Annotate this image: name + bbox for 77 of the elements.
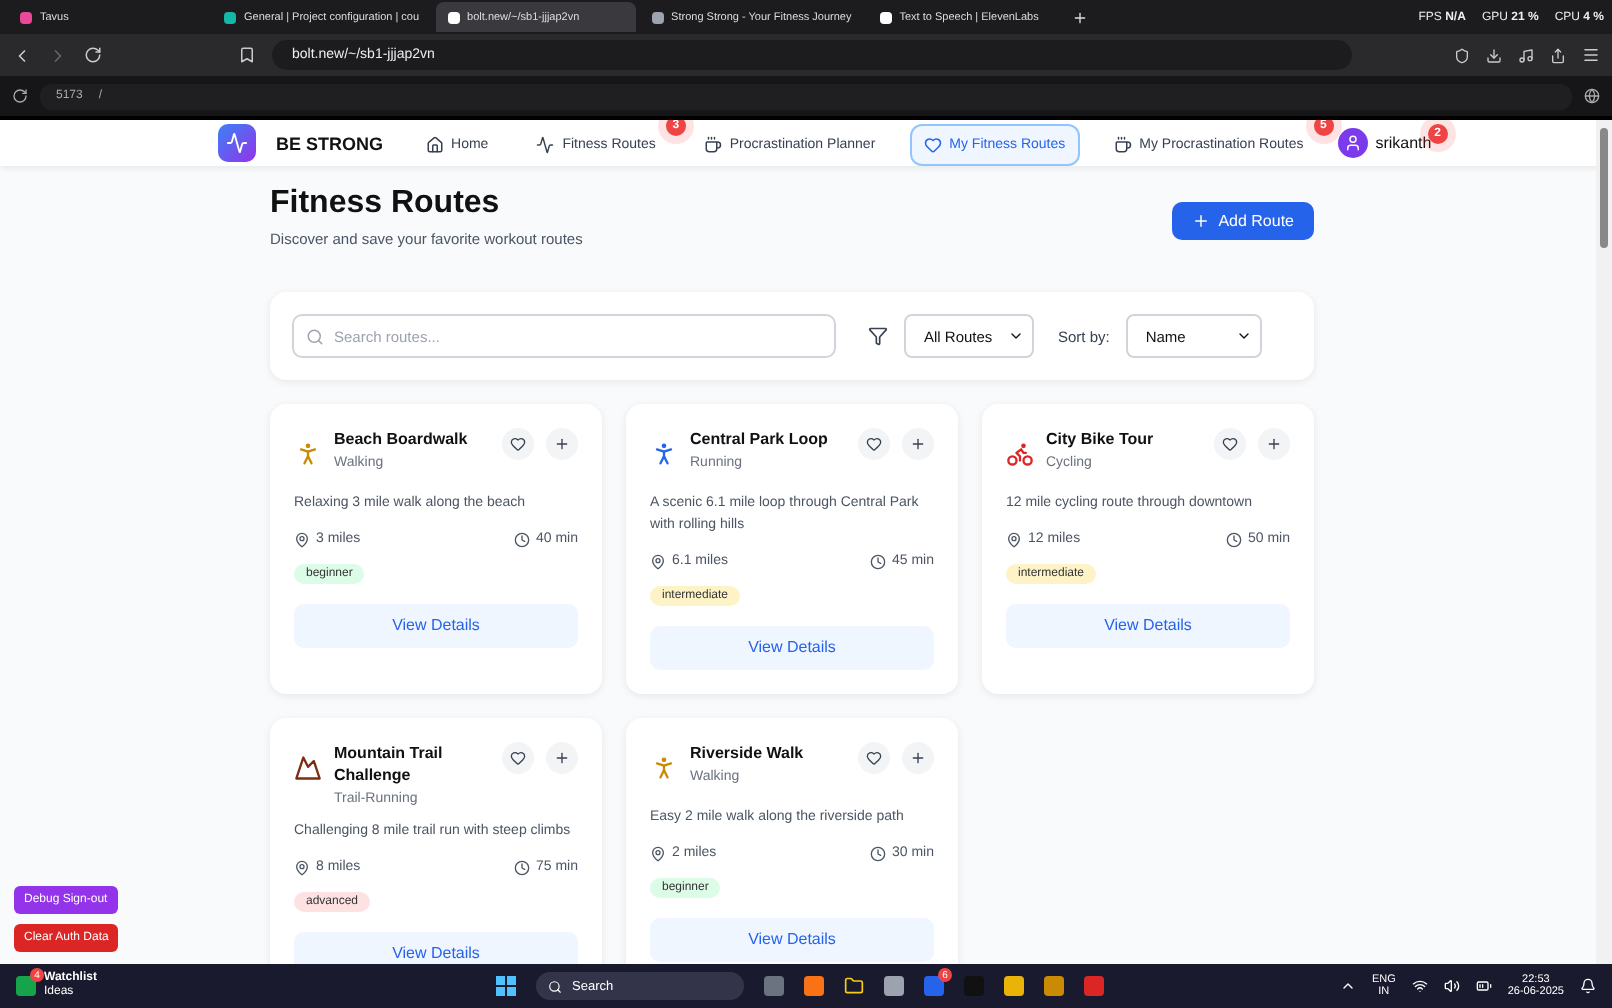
bicycle-icon	[1006, 440, 1034, 468]
search-icon	[306, 328, 324, 346]
plus-icon	[554, 436, 570, 452]
view-details-button[interactable]: View Details	[294, 931, 578, 964]
cup-icon	[1113, 136, 1132, 154]
brand-name: BE STRONG	[276, 133, 384, 153]
music-icon[interactable]	[1518, 47, 1534, 63]
route-name: Mountain Trail Challenge	[334, 741, 445, 787]
app-icon[interactable]	[884, 976, 904, 996]
user-avatar-icon[interactable]	[1337, 128, 1368, 158]
heart-icon	[510, 749, 526, 766]
wifi-icon[interactable]	[1411, 978, 1428, 994]
view-details-button[interactable]: View Details	[1006, 603, 1290, 648]
search-icon	[548, 979, 562, 993]
user-name[interactable]: srikanth	[1375, 134, 1432, 152]
plus-icon	[910, 749, 926, 766]
clock-icon	[1225, 531, 1242, 548]
share-icon[interactable]	[1550, 47, 1566, 63]
mountain-icon	[294, 753, 322, 782]
add-button[interactable]	[1258, 428, 1290, 460]
add-button[interactable]	[902, 428, 934, 460]
scrollbar[interactable]	[1596, 120, 1612, 964]
map-pin-icon	[294, 859, 310, 876]
cup-icon	[703, 136, 722, 154]
add-button[interactable]	[546, 428, 578, 460]
heart-icon	[923, 136, 942, 154]
reload-icon[interactable]	[84, 46, 102, 64]
chevron-up-icon[interactable]	[1339, 978, 1356, 994]
favorite-button[interactable]	[502, 741, 534, 774]
shield-icon[interactable]	[1454, 47, 1470, 63]
reload-icon[interactable]	[12, 88, 28, 104]
clock-icon	[513, 531, 530, 548]
add-button[interactable]	[902, 741, 934, 774]
clock-icon	[513, 859, 530, 876]
map-pin-icon	[294, 531, 310, 548]
route-name: Central Park Loop	[690, 428, 830, 451]
battery-icon[interactable]	[1475, 978, 1492, 994]
route-name: Riverside Walk	[690, 741, 806, 764]
page-title: Fitness Routes	[270, 186, 502, 222]
heart-icon	[510, 436, 526, 452]
heart-icon	[866, 436, 882, 452]
add-route-button[interactable]: Add Route	[1172, 202, 1314, 240]
new-tab-icon[interactable]	[1071, 9, 1088, 25]
bookmark-icon[interactable]	[238, 46, 256, 64]
map-pin-icon	[650, 553, 666, 570]
favorite-button[interactable]	[858, 741, 890, 774]
plus-icon	[554, 749, 570, 766]
download-icon[interactable]	[1486, 47, 1502, 63]
map-pin-icon	[1006, 531, 1022, 548]
view-details-button[interactable]: View Details	[650, 917, 934, 962]
favorite-button[interactable]	[858, 428, 890, 460]
pulse-icon	[536, 136, 555, 154]
chevron-down-icon	[1008, 328, 1024, 344]
clock-icon	[869, 553, 886, 570]
route-name: City Bike Tour	[1046, 428, 1156, 451]
home-icon	[425, 136, 444, 154]
windows-start-icon[interactable]	[496, 976, 516, 996]
clock-icon	[869, 845, 886, 862]
plus-icon	[910, 436, 926, 452]
plus-icon	[1192, 212, 1211, 230]
route-name: Beach Boardwalk	[334, 428, 470, 451]
add-button[interactable]	[546, 741, 578, 774]
plus-icon	[1266, 436, 1282, 452]
bell-icon[interactable]	[1580, 978, 1596, 994]
folder-icon[interactable]	[844, 976, 864, 996]
map-pin-icon	[650, 845, 666, 862]
menu-icon[interactable]	[1582, 46, 1600, 64]
heart-icon	[866, 749, 882, 766]
globe-icon[interactable]	[1584, 88, 1600, 104]
view-details-button[interactable]: View Details	[294, 603, 578, 648]
favorite-button[interactable]	[502, 428, 534, 460]
filter-icon	[868, 326, 888, 346]
favorite-button[interactable]	[1214, 428, 1246, 460]
view-details-button[interactable]: View Details	[650, 625, 934, 670]
heart-icon	[1222, 436, 1238, 452]
speaker-icon[interactable]	[1443, 978, 1460, 994]
chevron-down-icon	[1235, 328, 1252, 344]
